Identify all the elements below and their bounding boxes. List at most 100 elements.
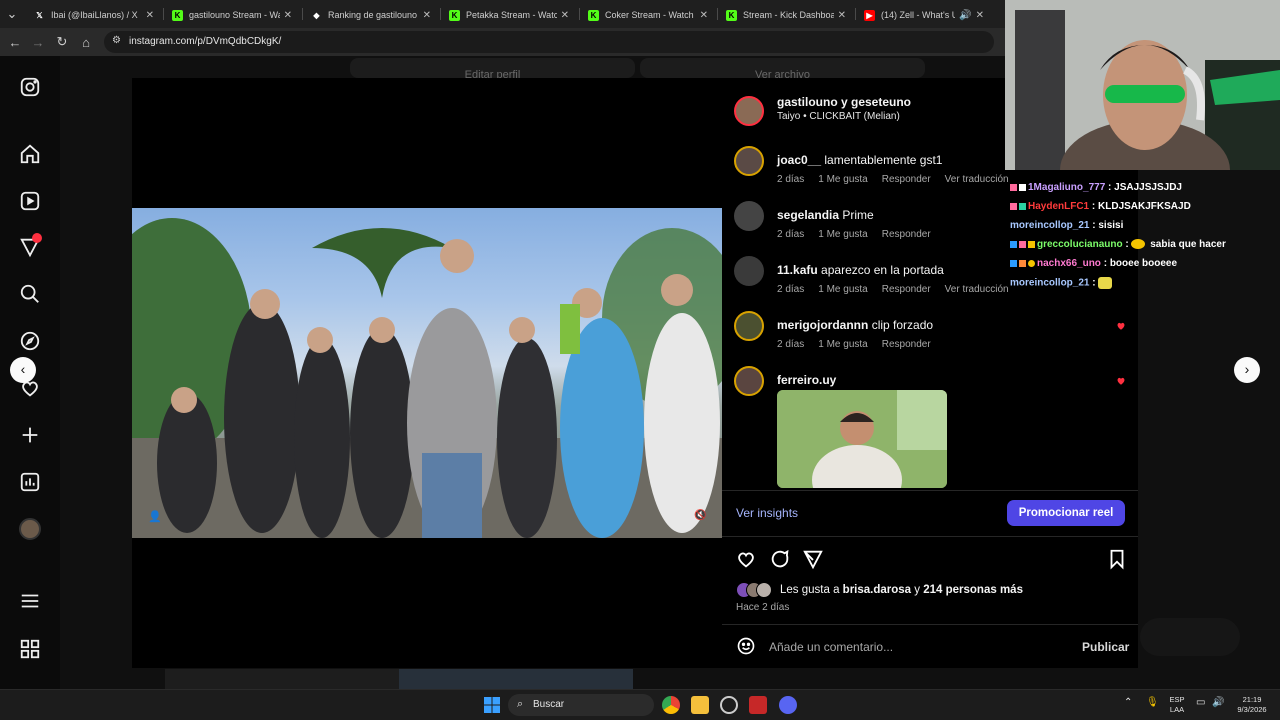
more-menu-icon[interactable] <box>19 590 41 612</box>
volume-icon[interactable]: 🔊 <box>1212 698 1224 708</box>
home-icon[interactable] <box>19 143 41 165</box>
comment-age: 2 días <box>777 284 805 295</box>
reply-button[interactable]: Responder <box>882 174 931 185</box>
author-name[interactable]: gastilouno y geseteuno <box>777 95 911 109</box>
browser-tab[interactable]: ◆Ranking de gastilouno | E✕ <box>305 4 437 26</box>
microphone-icon[interactable]: 🎙 <box>1146 698 1159 708</box>
reply-button[interactable]: Responder <box>882 229 931 240</box>
audio-track[interactable]: Taiyo • CLICKBAIT (Melian) <box>777 111 900 122</box>
browser-tab[interactable]: 𝕏 Ibai (@IbaiLlanos) / X ✕ <box>28 4 160 26</box>
comment-username[interactable]: joac0__ <box>777 153 821 167</box>
comment-likes[interactable]: 1 Me gusta <box>818 339 867 350</box>
commenter-avatar[interactable] <box>734 256 764 286</box>
like-icon[interactable] <box>735 548 757 570</box>
chat-username[interactable]: 1Magaliuno_777 <box>1028 182 1105 193</box>
comment-likes[interactable]: 1 Me gusta <box>818 229 867 240</box>
close-tab-icon[interactable]: ✕ <box>284 10 292 21</box>
windows-start-icon[interactable] <box>483 696 501 714</box>
close-tab-icon[interactable]: ✕ <box>146 10 154 21</box>
search-icon[interactable] <box>19 283 41 305</box>
clock[interactable]: 21:19 9/3/2026 <box>1230 695 1274 715</box>
site-info-icon[interactable]: ⚙ <box>112 35 121 46</box>
comment-like-heart-icon[interactable] <box>1116 321 1126 331</box>
previous-post-button[interactable]: ‹ <box>10 357 36 383</box>
reload-icon[interactable]: ↻ <box>54 34 70 50</box>
group-photo[interactable]: 👤 🔇 <box>132 208 722 538</box>
commenter-avatar[interactable] <box>734 201 764 231</box>
taskbar-search[interactable]: ⌕ Buscar <box>508 694 654 716</box>
settings-app-icon[interactable] <box>720 696 738 714</box>
close-tab-icon[interactable]: ✕ <box>838 10 846 21</box>
tray-overflow-icon[interactable]: ⌃ <box>1124 698 1132 708</box>
profile-avatar[interactable] <box>19 518 41 540</box>
chrome-icon[interactable] <box>662 696 680 714</box>
back-icon[interactable]: ← <box>7 34 23 50</box>
share-icon[interactable] <box>802 548 824 570</box>
file-explorer-icon[interactable] <box>691 696 709 714</box>
liker-username[interactable]: brisa.darosa <box>843 584 911 596</box>
comment-icon[interactable] <box>769 548 791 570</box>
chat-username[interactable]: greccolucianauno <box>1037 239 1123 250</box>
comment-gif[interactable] <box>777 390 947 488</box>
post-media[interactable]: 👤 🔇 <box>132 78 722 668</box>
comment-like-heart-icon[interactable] <box>1116 376 1126 386</box>
reply-button[interactable]: Responder <box>882 284 931 295</box>
chat-username[interactable]: HaydenLFC1 <box>1028 201 1089 212</box>
comment-username[interactable]: 11.kafu <box>777 263 818 277</box>
audio-icon[interactable]: 🔊 <box>959 10 971 21</box>
close-tab-icon[interactable]: ✕ <box>423 10 431 21</box>
close-tab-icon[interactable]: ✕ <box>561 10 569 21</box>
comment-input[interactable]: Añade un comentario... <box>769 640 893 654</box>
discord-icon[interactable] <box>779 696 797 714</box>
browser-tab[interactable]: KPetakka Stream - Watch L✕ <box>443 4 575 26</box>
recording-app-icon[interactable] <box>749 696 767 714</box>
background-thumbnail <box>165 669 399 689</box>
dashboard-icon[interactable] <box>19 471 41 493</box>
presence-avatars[interactable] <box>1140 618 1240 656</box>
comment-username[interactable]: ferreiro.uy <box>777 373 836 387</box>
reels-icon[interactable] <box>19 190 41 212</box>
likes-count[interactable]: 214 personas más <box>923 584 1023 596</box>
apps-icon[interactable] <box>19 638 41 660</box>
translate-button[interactable]: Ver traducción <box>945 284 1009 295</box>
language-indicator[interactable]: ESP LAA <box>1166 695 1188 715</box>
next-post-button[interactable]: › <box>1234 357 1260 383</box>
address-bar[interactable]: ⚙ instagram.com/p/DVmQdbCDkgK/ <box>104 31 994 53</box>
explore-icon[interactable] <box>19 330 41 352</box>
chat-username[interactable]: nachx66_uno <box>1037 258 1101 269</box>
browser-tab[interactable]: K Stream - Kick Dashboard ✕ <box>720 4 852 26</box>
user-tags-icon[interactable]: 👤 <box>148 510 162 523</box>
reply-button[interactable]: Responder <box>882 339 931 350</box>
author-avatar[interactable] <box>734 96 764 126</box>
commenter-avatar[interactable] <box>734 311 764 341</box>
forward-icon[interactable]: → <box>30 34 46 50</box>
commenter-avatar[interactable] <box>734 146 764 176</box>
tab-search-chevron-icon[interactable]: ⌄ <box>4 6 20 22</box>
browser-tab[interactable]: ▶ (14) Zell - What's Up 🔊 ✕ <box>858 4 990 26</box>
promote-reel-button[interactable]: Promocionar reel <box>1007 500 1125 526</box>
create-icon[interactable] <box>19 424 41 446</box>
publish-button[interactable]: Publicar <box>1082 640 1129 654</box>
home-icon[interactable]: ⌂ <box>78 34 94 50</box>
commenter-avatar[interactable] <box>734 366 764 396</box>
translate-button[interactable]: Ver traducción <box>945 174 1009 185</box>
instagram-logo-icon[interactable] <box>19 76 41 98</box>
save-bookmark-icon[interactable] <box>1106 548 1128 570</box>
comment-likes[interactable]: 1 Me gusta <box>818 174 867 185</box>
close-tab-icon[interactable]: ✕ <box>700 10 708 21</box>
comment-username[interactable]: segelandia <box>777 208 839 222</box>
close-tab-icon[interactable]: ✕ <box>976 10 984 21</box>
tab-separator <box>855 8 856 20</box>
emoji-icon[interactable] <box>736 636 756 656</box>
url-text: instagram.com/p/DVmQdbCDkgK/ <box>129 36 282 47</box>
browser-tab[interactable]: KCoker Stream - Watch Liv✕ <box>582 4 714 26</box>
view-insights-link[interactable]: Ver insights <box>736 506 798 520</box>
chat-username[interactable]: moreincollop_21 <box>1010 220 1089 231</box>
chat-username[interactable]: moreincollop_21 <box>1010 278 1089 289</box>
comment-likes[interactable]: 1 Me gusta <box>818 284 867 295</box>
comment-username[interactable]: merigojordannn <box>777 318 868 332</box>
messages-icon[interactable] <box>19 233 42 258</box>
browser-tab[interactable]: Kgastilouno Stream - Watch✕ <box>166 4 298 26</box>
network-icon[interactable]: ▭ <box>1196 698 1205 708</box>
mute-icon[interactable]: 🔇 <box>694 510 706 521</box>
